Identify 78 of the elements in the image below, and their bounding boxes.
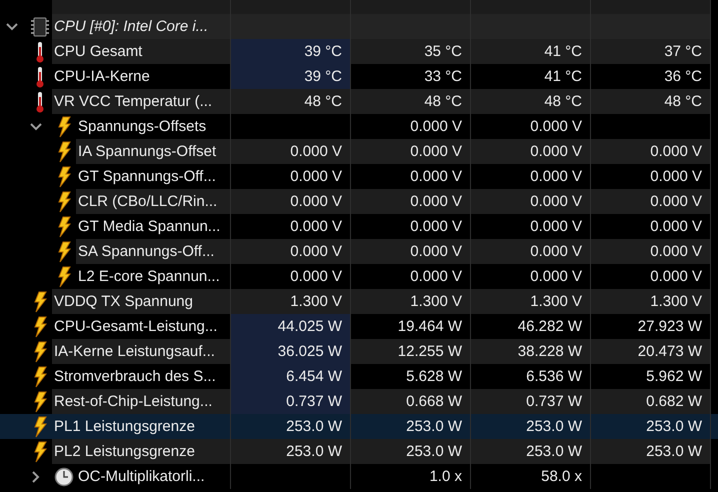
sensor-name-cell: CLR (CBo/LLC/Rin... (76, 189, 231, 214)
sensor-name-cell: IA Spannungs-Offset (76, 139, 231, 164)
value-cell: 0.000 V (471, 239, 591, 264)
value-cell: 20.473 W (591, 339, 711, 364)
value-cell: 58.0 x (471, 464, 591, 489)
value-cell: 38.228 W (471, 339, 591, 364)
lightning-bolt-icon (33, 340, 47, 362)
clock-icon (54, 466, 74, 486)
sensor-name-cell: CPU [#0]: Intel Core i... (52, 14, 231, 39)
value-cell: 1.300 V (591, 289, 711, 314)
value-cell: 0.000 V (471, 139, 591, 164)
sensor-name-cell: PL2 Leistungsgrenze (52, 439, 231, 464)
lightning-bolt-icon (57, 240, 71, 262)
thermometer-icon (35, 66, 45, 88)
thermometer-icon (35, 40, 45, 62)
value-cell: 1.300 V (351, 289, 471, 314)
value-cell: 48 °C (471, 89, 591, 114)
value-cell: 0.668 W (351, 389, 471, 414)
sensor-name-cell: SA Spannungs-Off... (76, 239, 231, 264)
lightning-bolt-icon (57, 140, 71, 162)
value-cell: 253.0 W (591, 439, 711, 464)
lightning-bolt-icon (57, 216, 71, 238)
value-cell: 41 °C (471, 39, 591, 64)
value-cell: 253.0 W (231, 439, 351, 464)
value-cell: 0.000 V (471, 189, 591, 214)
value-cell: 0.000 V (351, 139, 471, 164)
value-cell: 253.0 W (471, 439, 591, 464)
chip-icon (30, 16, 50, 38)
sensor-name-cell: Rest-of-Chip-Leistung... (52, 389, 231, 414)
lightning-bolt-icon (33, 290, 47, 312)
lightning-bolt-icon (33, 416, 47, 438)
value-cell: 0.737 W (471, 389, 591, 414)
value-cell: 0.737 W (231, 389, 351, 414)
value-cell: 0.000 V (591, 239, 711, 264)
value-cell: 1.300 V (231, 289, 351, 314)
value-cell: 39 °C (231, 64, 351, 89)
column-header[interactable] (591, 0, 711, 14)
value-cell: 0.000 V (591, 139, 711, 164)
value-cell: 48 °C (231, 89, 351, 114)
value-cell: 0.000 V (231, 189, 351, 214)
collapse-chevron-icon[interactable] (29, 122, 43, 132)
sensor-name-cell: OC-Multiplikatorli... (76, 464, 231, 489)
value-cell: 253.0 W (351, 439, 471, 464)
value-cell: 36.025 W (231, 339, 351, 364)
value-cell: 0.682 W (591, 389, 711, 414)
value-cell: 0.000 V (231, 239, 351, 264)
sensor-name-cell: VR VCC Temperatur (... (52, 89, 231, 114)
expand-chevron-icon[interactable] (31, 470, 41, 484)
sensor-name-cell: VDDQ TX Spannung (52, 289, 231, 314)
value-cell: 48 °C (591, 89, 711, 114)
sensor-name-cell: CPU Gesamt (52, 39, 231, 64)
lightning-bolt-icon (57, 266, 71, 288)
value-cell: 12.255 W (351, 339, 471, 364)
sensor-name-cell: PL1 Leistungsgrenze (52, 414, 231, 439)
lightning-bolt-icon (57, 116, 71, 138)
value-cell: 44.025 W (231, 314, 351, 339)
value-cell: 39 °C (231, 39, 351, 64)
sensor-name-cell: IA-Kerne Leistungsauf... (52, 339, 231, 364)
lightning-bolt-icon (33, 366, 47, 388)
value-cell: 1.0 x (351, 464, 471, 489)
value-cell: 37 °C (591, 39, 711, 64)
lightning-bolt-icon (57, 190, 71, 212)
value-cell: 6.454 W (231, 364, 351, 389)
value-cell: 1.300 V (471, 289, 591, 314)
value-cell: 48 °C (351, 89, 471, 114)
value-cell: 0.000 V (591, 189, 711, 214)
lightning-bolt-icon (33, 390, 47, 412)
column-header[interactable] (52, 0, 231, 14)
lightning-bolt-icon (57, 166, 71, 188)
lightning-bolt-icon (33, 440, 47, 462)
table-row[interactable]: PL1 Leistungsgrenze 253.0 W 253.0 W 253.0 W 253.0 W (0, 414, 718, 439)
value-cell: 0.000 V (351, 189, 471, 214)
value-cell: 35 °C (351, 39, 471, 64)
lightning-bolt-icon (33, 316, 47, 338)
value-cell: 0.000 V (351, 239, 471, 264)
collapse-chevron-icon[interactable] (5, 22, 19, 32)
thermometer-icon (35, 90, 45, 112)
value-cell: 0.000 V (231, 139, 351, 164)
